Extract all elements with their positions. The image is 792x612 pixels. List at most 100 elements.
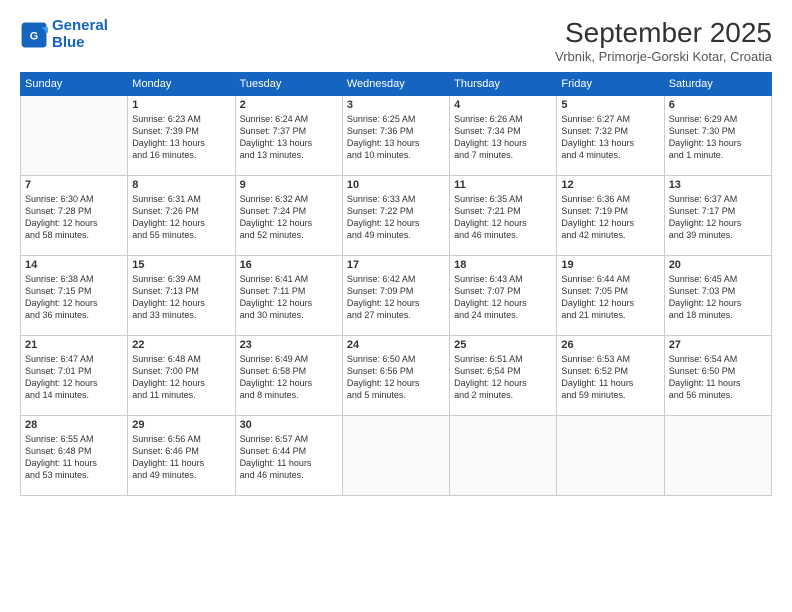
calendar-cell: 23 Sunrise: 6:49 AM Sunset: 6:58 PM Dayli… — [235, 335, 342, 415]
day-info: Sunrise: 6:55 AM Sunset: 6:48 PM Dayligh… — [25, 433, 123, 482]
calendar-cell — [21, 95, 128, 175]
day-info: Sunrise: 6:37 AM Sunset: 7:17 PM Dayligh… — [669, 193, 767, 242]
header-wednesday: Wednesday — [342, 72, 449, 95]
calendar-cell — [450, 415, 557, 495]
header-saturday: Saturday — [664, 72, 771, 95]
calendar-cell: 8 Sunrise: 6:31 AM Sunset: 7:26 PM Daylig… — [128, 175, 235, 255]
day-number: 9 — [240, 179, 338, 191]
calendar-cell — [557, 415, 664, 495]
calendar-cell: 6 Sunrise: 6:29 AM Sunset: 7:30 PM Daylig… — [664, 95, 771, 175]
day-number: 28 — [25, 419, 123, 431]
day-number: 25 — [454, 339, 552, 351]
calendar-cell: 10Sunrise: 6:33 AM Sunset: 7:22 PM Dayli… — [342, 175, 449, 255]
calendar-cell: 18Sunrise: 6:43 AM Sunset: 7:07 PM Dayli… — [450, 255, 557, 335]
calendar-cell: 1 Sunrise: 6:23 AM Sunset: 7:39 PM Daylig… — [128, 95, 235, 175]
logo-text: General Blue — [52, 18, 108, 51]
calendar-page: G General Blue September 2025 Vrbnik, Pr… — [0, 0, 792, 612]
week-row-1: 1 Sunrise: 6:23 AM Sunset: 7:39 PM Daylig… — [21, 95, 772, 175]
day-info: Sunrise: 6:33 AM Sunset: 7:22 PM Dayligh… — [347, 193, 445, 242]
day-info: Sunrise: 6:44 AM Sunset: 7:05 PM Dayligh… — [561, 273, 659, 322]
calendar-cell: 17 Sunrise: 6:42 AM Sunset: 7:09 PM Dayli… — [342, 255, 449, 335]
header-monday: Monday — [128, 72, 235, 95]
day-info: Sunrise: 6:31 AM Sunset: 7:26 PM Dayligh… — [132, 193, 230, 242]
day-info: Sunrise: 6:49 AM Sunset: 6:58 PM Dayligh… — [240, 353, 338, 402]
calendar-cell: 2Sunrise: 6:24 AM Sunset: 7:37 PM Daylig… — [235, 95, 342, 175]
day-number: 3 — [347, 99, 445, 111]
calendar-cell: 30 Sunrise: 6:57 AM Sunset: 6:44 PM Dayli… — [235, 415, 342, 495]
day-number: 21 — [25, 339, 123, 351]
header: G General Blue September 2025 Vrbnik, Pr… — [20, 18, 772, 64]
calendar-cell: 22 Sunrise: 6:48 AM Sunset: 7:00 PM Dayli… — [128, 335, 235, 415]
logo-line2: Blue — [52, 34, 85, 51]
week-row-5: 28 Sunrise: 6:55 AM Sunset: 6:48 PM Dayli… — [21, 415, 772, 495]
day-info: Sunrise: 6:57 AM Sunset: 6:44 PM Dayligh… — [240, 433, 338, 482]
header-sunday: Sunday — [21, 72, 128, 95]
calendar-cell: 19 Sunrise: 6:44 AM Sunset: 7:05 PM Dayli… — [557, 255, 664, 335]
week-row-2: 7 Sunrise: 6:30 AM Sunset: 7:28 PM Daylig… — [21, 175, 772, 255]
calendar-cell: 9Sunrise: 6:32 AM Sunset: 7:24 PM Daylig… — [235, 175, 342, 255]
day-number: 17 — [347, 259, 445, 271]
logo-line1: General — [52, 17, 108, 34]
day-info: Sunrise: 6:27 AM Sunset: 7:32 PM Dayligh… — [561, 113, 659, 162]
calendar-cell: 5 Sunrise: 6:27 AM Sunset: 7:32 PM Daylig… — [557, 95, 664, 175]
day-info: Sunrise: 6:54 AM Sunset: 6:50 PM Dayligh… — [669, 353, 767, 402]
day-number: 12 — [561, 179, 659, 191]
day-info: Sunrise: 6:30 AM Sunset: 7:28 PM Dayligh… — [25, 193, 123, 242]
day-info: Sunrise: 6:38 AM Sunset: 7:15 PM Dayligh… — [25, 273, 123, 322]
day-number: 15 — [132, 259, 230, 271]
header-thursday: Thursday — [450, 72, 557, 95]
calendar-cell: 4Sunrise: 6:26 AM Sunset: 7:34 PM Daylig… — [450, 95, 557, 175]
day-info: Sunrise: 6:42 AM Sunset: 7:09 PM Dayligh… — [347, 273, 445, 322]
day-number: 11 — [454, 179, 552, 191]
day-number: 26 — [561, 339, 659, 351]
calendar-cell: 16Sunrise: 6:41 AM Sunset: 7:11 PM Dayli… — [235, 255, 342, 335]
day-info: Sunrise: 6:29 AM Sunset: 7:30 PM Dayligh… — [669, 113, 767, 162]
month-title: September 2025 — [555, 18, 772, 49]
day-info: Sunrise: 6:43 AM Sunset: 7:07 PM Dayligh… — [454, 273, 552, 322]
calendar-cell: 7 Sunrise: 6:30 AM Sunset: 7:28 PM Daylig… — [21, 175, 128, 255]
header-friday: Friday — [557, 72, 664, 95]
day-number: 1 — [132, 99, 230, 111]
day-info: Sunrise: 6:51 AM Sunset: 6:54 PM Dayligh… — [454, 353, 552, 402]
day-info: Sunrise: 6:50 AM Sunset: 6:56 PM Dayligh… — [347, 353, 445, 402]
day-number: 23 — [240, 339, 338, 351]
location-subtitle: Vrbnik, Primorje-Gorski Kotar, Croatia — [555, 49, 772, 64]
day-number: 22 — [132, 339, 230, 351]
day-number: 19 — [561, 259, 659, 271]
title-block: September 2025 Vrbnik, Primorje-Gorski K… — [555, 18, 772, 64]
day-info: Sunrise: 6:24 AM Sunset: 7:37 PM Dayligh… — [240, 113, 338, 162]
calendar-table: SundayMondayTuesdayWednesdayThursdayFrid… — [20, 72, 772, 496]
calendar-cell: 21 Sunrise: 6:47 AM Sunset: 7:01 PM Dayli… — [21, 335, 128, 415]
week-row-4: 21 Sunrise: 6:47 AM Sunset: 7:01 PM Dayli… — [21, 335, 772, 415]
day-number: 30 — [240, 419, 338, 431]
day-info: Sunrise: 6:39 AM Sunset: 7:13 PM Dayligh… — [132, 273, 230, 322]
calendar-header-row: SundayMondayTuesdayWednesdayThursdayFrid… — [21, 72, 772, 95]
calendar-cell: 13Sunrise: 6:37 AM Sunset: 7:17 PM Dayli… — [664, 175, 771, 255]
day-info: Sunrise: 6:53 AM Sunset: 6:52 PM Dayligh… — [561, 353, 659, 402]
day-number: 5 — [561, 99, 659, 111]
day-info: Sunrise: 6:48 AM Sunset: 7:00 PM Dayligh… — [132, 353, 230, 402]
day-number: 8 — [132, 179, 230, 191]
calendar-cell — [664, 415, 771, 495]
day-info: Sunrise: 6:36 AM Sunset: 7:19 PM Dayligh… — [561, 193, 659, 242]
calendar-cell: 12 Sunrise: 6:36 AM Sunset: 7:19 PM Dayli… — [557, 175, 664, 255]
day-info: Sunrise: 6:23 AM Sunset: 7:39 PM Dayligh… — [132, 113, 230, 162]
logo-icon: G — [20, 21, 48, 49]
calendar-cell: 27 Sunrise: 6:54 AM Sunset: 6:50 PM Dayli… — [664, 335, 771, 415]
header-tuesday: Tuesday — [235, 72, 342, 95]
day-info: Sunrise: 6:41 AM Sunset: 7:11 PM Dayligh… — [240, 273, 338, 322]
day-number: 6 — [669, 99, 767, 111]
day-number: 29 — [132, 419, 230, 431]
day-number: 7 — [25, 179, 123, 191]
svg-text:G: G — [30, 30, 38, 42]
day-number: 27 — [669, 339, 767, 351]
day-info: Sunrise: 6:45 AM Sunset: 7:03 PM Dayligh… — [669, 273, 767, 322]
week-row-3: 14 Sunrise: 6:38 AM Sunset: 7:15 PM Dayli… — [21, 255, 772, 335]
day-number: 24 — [347, 339, 445, 351]
day-info: Sunrise: 6:47 AM Sunset: 7:01 PM Dayligh… — [25, 353, 123, 402]
calendar-cell: 3Sunrise: 6:25 AM Sunset: 7:36 PM Daylig… — [342, 95, 449, 175]
day-number: 20 — [669, 259, 767, 271]
day-number: 14 — [25, 259, 123, 271]
calendar-cell — [342, 415, 449, 495]
calendar-cell: 20 Sunrise: 6:45 AM Sunset: 7:03 PM Dayli… — [664, 255, 771, 335]
